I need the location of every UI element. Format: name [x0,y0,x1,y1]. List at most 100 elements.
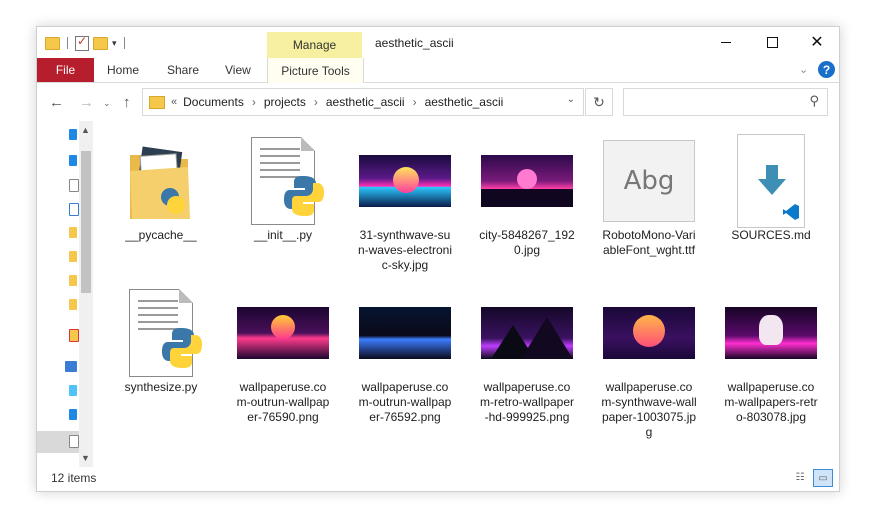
folder-icon [130,146,190,219]
desktop-icon[interactable] [69,409,77,420]
folder-icon[interactable] [69,299,77,310]
this-pc-icon[interactable] [65,361,77,372]
desktop-icon[interactable] [69,129,77,140]
list-item[interactable]: wallpaperuse.com-wallpapers-retro-803078… [719,285,823,425]
refresh-icon: ↻ [593,93,605,110]
folder-thumbnail [109,133,213,228]
scrollbar-thumb[interactable] [81,151,91,293]
tab-view[interactable]: View [225,58,251,82]
item-count: 12 items [51,471,97,485]
explorer-window: ▾ Manage aesthetic_ascii ✕ File Home Sha… [36,26,840,492]
markdown-file-icon [737,133,805,228]
breadcrumb-projects[interactable]: projects [264,95,306,109]
folder-icon[interactable] [69,227,77,238]
image-thumbnail [475,133,579,228]
chevron-down-icon[interactable]: ⌄ [567,94,575,105]
forward-arrow-icon[interactable]: → [79,94,94,111]
file-name: wallpaperuse.com-outrun-wallpaper-76590.… [236,380,330,424]
search-input[interactable]: ⚲ [623,88,828,116]
cube-icon[interactable] [69,385,77,396]
tab-manage[interactable]: Manage [267,32,362,58]
divider [123,37,125,49]
scroll-up-icon[interactable]: ▲ [81,125,90,135]
chevron-right-icon[interactable]: › [413,95,417,109]
quick-access-toolbar: ▾ [45,33,128,53]
address-bar[interactable]: « Documents › projects › aesthetic_ascii… [142,88,584,116]
tab-file[interactable]: File [37,58,94,82]
folder-icon[interactable] [69,251,77,262]
documents-icon[interactable] [69,179,79,192]
list-item[interactable]: wallpaperuse.com-synthwave-wallpaper-100… [597,285,701,440]
documents-icon[interactable] [69,435,79,448]
list-item[interactable]: 31-synthwave-sun-waves-electronic-sky.jp… [353,133,457,273]
downloads-icon[interactable] [69,155,77,166]
navigation-bar: ← → ⌄ ↑ « Documents › projects › aesthet… [37,83,839,121]
pictures-icon[interactable] [69,203,79,216]
file-name: city-5848267_1920.jpg [479,228,575,257]
list-item[interactable]: wallpaperuse.com-retro-wallpaper-hd-9999… [475,285,579,425]
tab-home[interactable]: Home [107,58,139,82]
image-preview [603,306,695,359]
expand-ribbon-chevron-icon[interactable]: ⌄ [799,63,808,76]
file-name: __init__.py [253,228,313,242]
recent-locations-chevron-icon[interactable]: ⌄ [103,98,111,109]
help-icon[interactable]: ? [818,61,835,78]
file-name: RobotoMono-VariableFont_wght.ttf [602,228,696,257]
image-preview [359,306,451,359]
status-bar: 12 items ☷ ▭ [37,467,839,491]
tab-share[interactable]: Share [167,58,199,82]
file-thumbnail [109,285,213,380]
properties-icon[interactable] [75,34,89,51]
image-thumbnail [719,285,823,380]
font-file-icon: Abg [603,139,695,222]
maximize-button[interactable] [749,27,795,58]
close-icon: ✕ [810,33,824,51]
folder-icon[interactable] [45,36,60,50]
file-name: __pycache__ [125,228,197,242]
list-item[interactable]: wallpaperuse.com-outrun-wallpaper-76590.… [231,285,335,425]
minimize-icon [721,42,731,43]
refresh-button[interactable]: ↻ [585,88,613,116]
folder-icon[interactable] [69,275,77,286]
large-icons-view-icon[interactable]: ▭ [813,469,833,487]
file-name: synthesize.py [124,380,198,394]
ribbon-tabs: File Home Share View Picture Tools ⌄ ? [37,58,839,83]
divider [67,37,68,49]
close-button[interactable]: ✕ [794,27,839,58]
maximize-icon [766,37,778,48]
search-icon[interactable]: ⚲ [809,93,819,109]
list-item[interactable]: Abg RobotoMono-VariableFont_wght.ttf [597,133,701,258]
list-item[interactable]: city-5848267_1920.jpg [475,133,579,258]
list-item[interactable]: synthesize.py [109,285,213,395]
list-item[interactable]: __init__.py [231,133,335,243]
new-folder-icon[interactable] [93,36,108,50]
file-thumbnail: Abg [597,133,701,228]
chevron-right-icon[interactable]: › [314,95,318,109]
folder-icon [149,95,165,109]
breadcrumb-aesthetic-ascii[interactable]: aesthetic_ascii [326,95,405,109]
breadcrumb-documents[interactable]: Documents [183,95,244,109]
breadcrumb-aesthetic-ascii-current[interactable]: aesthetic_ascii [425,95,504,109]
list-item[interactable]: SOURCES.md [719,133,823,243]
file-name: wallpaperuse.com-wallpapers-retro-803078… [724,380,818,424]
image-thumbnail [353,285,457,380]
list-item[interactable]: wallpaperuse.com-outrun-wallpaper-76592.… [353,285,457,425]
python-file-icon [251,136,324,225]
back-arrow-icon[interactable]: ← [49,94,64,111]
list-item[interactable]: __pycache__ [109,133,213,243]
minimize-button[interactable] [703,27,749,58]
chevron-right-icon[interactable]: › [252,95,256,109]
image-thumbnail [353,133,457,228]
image-thumbnail [475,285,579,380]
details-view-icon[interactable]: ☷ [791,469,809,485]
customize-toolbar-chevron-icon[interactable]: ▾ [112,38,117,49]
scroll-down-icon[interactable]: ▼ [81,453,90,463]
up-arrow-icon[interactable]: ↑ [123,94,131,111]
title-bar: ▾ Manage aesthetic_ascii ✕ [37,27,839,58]
file-name: 31-synthwave-sun-waves-electronic-sky.jp… [357,228,453,272]
tab-picture-tools[interactable]: Picture Tools [267,58,364,83]
folder-icon[interactable] [69,329,79,342]
python-file-icon [129,288,202,377]
file-name: SOURCES.md [731,228,811,242]
breadcrumb-overflow[interactable]: « [171,96,177,108]
